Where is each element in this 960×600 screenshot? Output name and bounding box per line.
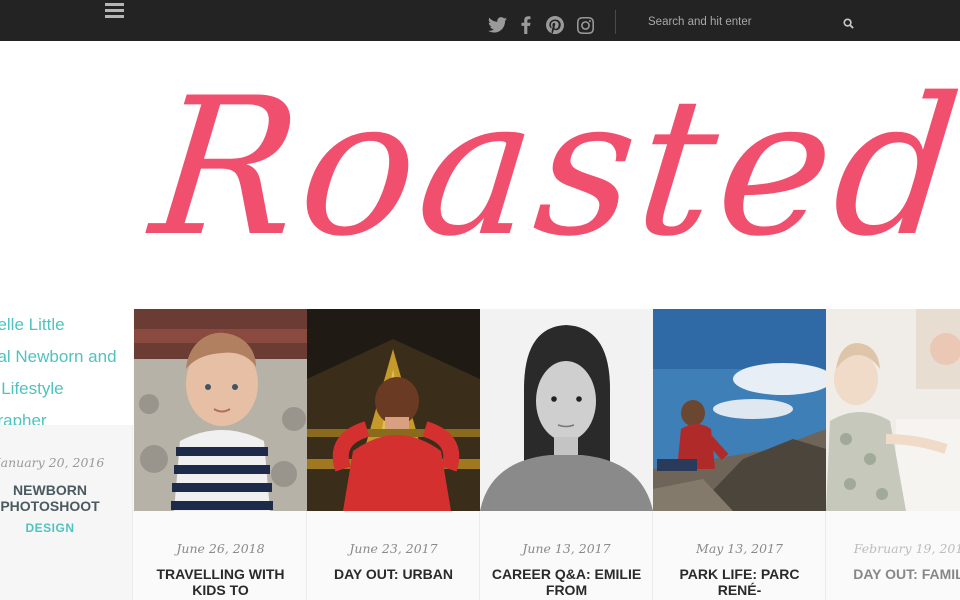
top-bar [0, 0, 960, 41]
post-date: February 19, 2017 [853, 541, 960, 556]
post-title[interactable]: PARK LIFE: PARC RENÉ- [663, 566, 816, 598]
site-logo[interactable]: Roasted [143, 57, 960, 278]
post-date: June 23, 2017 [349, 541, 438, 556]
instagram-icon[interactable] [575, 14, 595, 36]
post-date: June 26, 2018 [176, 541, 265, 556]
caption-line: grapher [0, 411, 47, 425]
featured-caption: helle Little eal Newborn and y Lifestyle… [0, 309, 133, 425]
post-title[interactable]: CAREER Q&A: EMILIE FROM [490, 566, 643, 598]
post-thumbnail[interactable] [653, 309, 826, 511]
caption-line: y Lifestyle [0, 379, 64, 398]
topbar-divider [615, 10, 616, 34]
post-thumbnail[interactable] [134, 309, 307, 511]
facebook-icon[interactable] [519, 14, 533, 36]
post-title[interactable]: TRAVELLING WITH KIDS TO [144, 566, 297, 598]
hamburger-menu-icon[interactable] [105, 3, 125, 19]
site-logo-text: Roasted [143, 57, 960, 278]
post-title[interactable]: DAY OUT: FAMILY [836, 566, 960, 582]
post-card[interactable]: May 13, 2017 PARK LIFE: PARC RENÉ- [653, 309, 826, 600]
post-title[interactable]: DAY OUT: URBAN [317, 566, 470, 582]
post-date: May 13, 2017 [696, 541, 783, 556]
post-thumbnail[interactable] [826, 309, 960, 511]
post-category[interactable]: DESIGN [0, 521, 110, 535]
post-card[interactable]: June 26, 2018 TRAVELLING WITH KIDS TO [134, 309, 307, 600]
post-title[interactable]: NEWBORN PHOTOSHOOT [0, 482, 110, 514]
post-date: January 20, 2016 [0, 455, 105, 470]
post-thumbnail[interactable] [307, 309, 480, 511]
search-input[interactable] [640, 12, 830, 32]
post-carousel: helle Little eal Newborn and y Lifestyle… [0, 309, 960, 600]
featured-post-card[interactable]: helle Little eal Newborn and y Lifestyle… [0, 309, 133, 600]
twitter-icon[interactable] [486, 14, 508, 36]
search-icon[interactable] [843, 16, 855, 29]
post-card[interactable]: June 13, 2017 CAREER Q&A: EMILIE FROM [480, 309, 653, 600]
post-thumbnail[interactable] [480, 309, 653, 511]
post-date: June 13, 2017 [522, 541, 611, 556]
pinterest-icon[interactable] [545, 14, 565, 36]
post-card[interactable]: February 19, 2017 DAY OUT: FAMILY [826, 309, 960, 600]
caption-line: helle Little [0, 315, 65, 334]
caption-line: eal Newborn and [0, 347, 117, 366]
post-card[interactable]: June 23, 2017 DAY OUT: URBAN [307, 309, 480, 600]
